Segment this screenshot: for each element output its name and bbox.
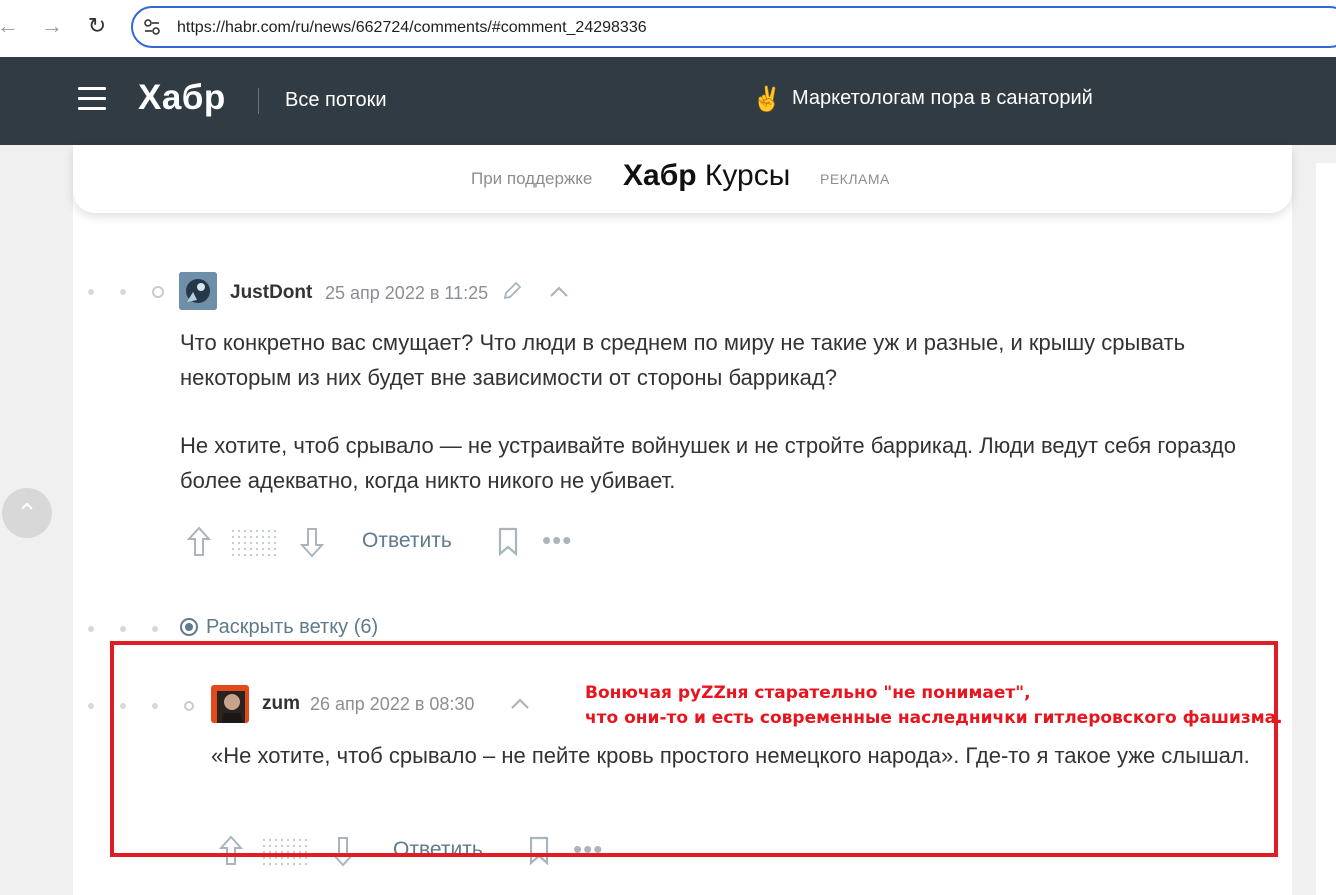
promo-link[interactable]: ✌️ Маркетологам пора в санаторий (752, 85, 1093, 114)
forward-arrow-icon[interactable]: → (38, 12, 66, 40)
page-gutter (1316, 163, 1336, 895)
chevron-up-icon[interactable] (549, 284, 569, 298)
sponsor-banner[interactable]: При поддержке Хабр Курсы РЕКЛАМА (73, 145, 1292, 213)
bookmark-icon[interactable] (497, 527, 519, 557)
comment-paragraph: Не хотите, чтоб срывало — не устраивайте… (180, 433, 1236, 493)
comment-paragraph: Что конкретно вас смущает? Что люди в ср… (180, 330, 1186, 390)
more-icon[interactable]: ••• (542, 525, 572, 556)
reload-icon[interactable]: ↻ (83, 12, 111, 40)
site-header: Хабр Все потоки ✌️ Маркетологам пора в са… (0, 57, 1336, 145)
promo-text: Маркетологам пора в санаторий (792, 87, 1093, 109)
site-settings-icon[interactable] (143, 18, 161, 36)
expand-icon (180, 618, 198, 636)
site-logo[interactable]: Хабр (138, 78, 226, 118)
ad-label: РЕКЛАМА (820, 171, 890, 187)
expand-thread-link[interactable]: Раскрыть ветку (6) (180, 616, 378, 639)
comment-body: Что конкретно вас смущает? Что люди в ср… (180, 325, 1270, 498)
sponsor-label: При поддержке (471, 169, 593, 188)
annotation-text: Вонючая руZZня старательно "не понимает"… (585, 683, 1283, 728)
comment-datetime[interactable]: 25 апр 2022 в 11:25 (325, 283, 488, 304)
url-text[interactable]: https://habr.com/ru/news/662724/comments… (177, 19, 647, 37)
address-bar[interactable]: https://habr.com/ru/news/662724/comments… (131, 6, 1336, 48)
menu-icon[interactable] (78, 87, 106, 111)
all-streams-link[interactable]: Все потоки (285, 89, 387, 112)
sponsor-logo[interactable]: Хабр Курсы (623, 159, 790, 193)
thread-indent (88, 286, 190, 298)
thread-indent (88, 626, 184, 632)
downvote-icon[interactable] (300, 526, 324, 558)
victory-hand-icon: ✌️ (752, 86, 782, 113)
back-arrow-icon[interactable]: ← (0, 12, 22, 40)
highlight-box (110, 641, 1278, 857)
rating-placeholder (230, 528, 280, 556)
avatar[interactable] (179, 272, 217, 310)
browser-toolbar: ← → ↻ https://habr.com/ru/news/662724/co… (0, 0, 1336, 57)
comment-author[interactable]: JustDont (230, 282, 312, 304)
upvote-icon[interactable] (187, 526, 211, 558)
header-divider (258, 88, 259, 114)
reply-button[interactable]: Ответить (362, 529, 452, 553)
scroll-up-button[interactable]: ⌃ (2, 488, 52, 538)
pencil-icon (503, 281, 522, 300)
